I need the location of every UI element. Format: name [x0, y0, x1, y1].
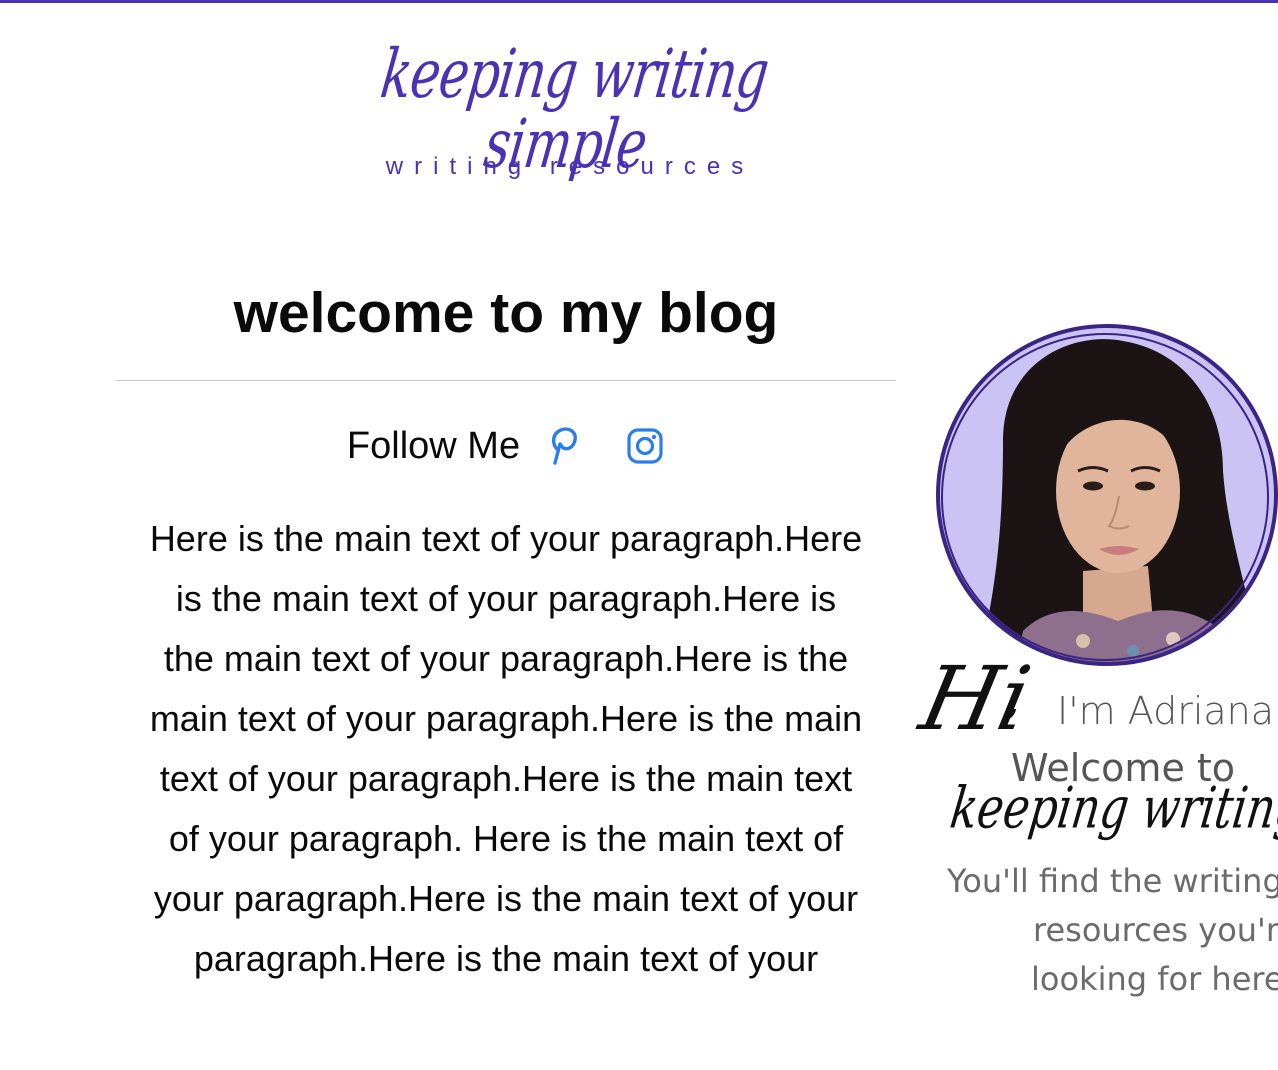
follow-label: Follow Me — [346, 424, 521, 467]
instagram-icon[interactable] — [625, 426, 665, 466]
sidebar-brand-script: keeping writing simple — [946, 775, 1278, 842]
sidebar-tagline-line-2: resources you're — [1033, 911, 1278, 949]
site-logo[interactable]: keeping writing simple writing resources — [320, 21, 820, 191]
divider — [116, 380, 896, 381]
body-paragraph: Here is the main text of your paragraph.… — [149, 518, 863, 979]
author-avatar — [933, 321, 1278, 669]
sidebar-tagline-line-1: You'll find the writing — [947, 862, 1278, 900]
sidebar-tagline-line-3: looking for here — [1031, 960, 1278, 998]
follow-bar: Follow Me — [116, 421, 896, 471]
main-content: welcome to my blog Follow Me Here is the… — [116, 273, 896, 989]
author-intro: I'm Adriana — [1057, 689, 1275, 733]
logo-subtitle: writing resources — [385, 153, 755, 180]
greeting-line: Hi , I'm Adriana — [912, 647, 1278, 759]
about-sidebar: Hi , I'm Adriana Welcome to keeping writ… — [912, 321, 1278, 1021]
page-title: welcome to my blog — [233, 281, 779, 345]
greeting-comma: , — [1005, 671, 1020, 725]
page: keeping writing simple writing resources… — [0, 0, 1278, 1070]
pinterest-icon[interactable] — [542, 426, 582, 466]
